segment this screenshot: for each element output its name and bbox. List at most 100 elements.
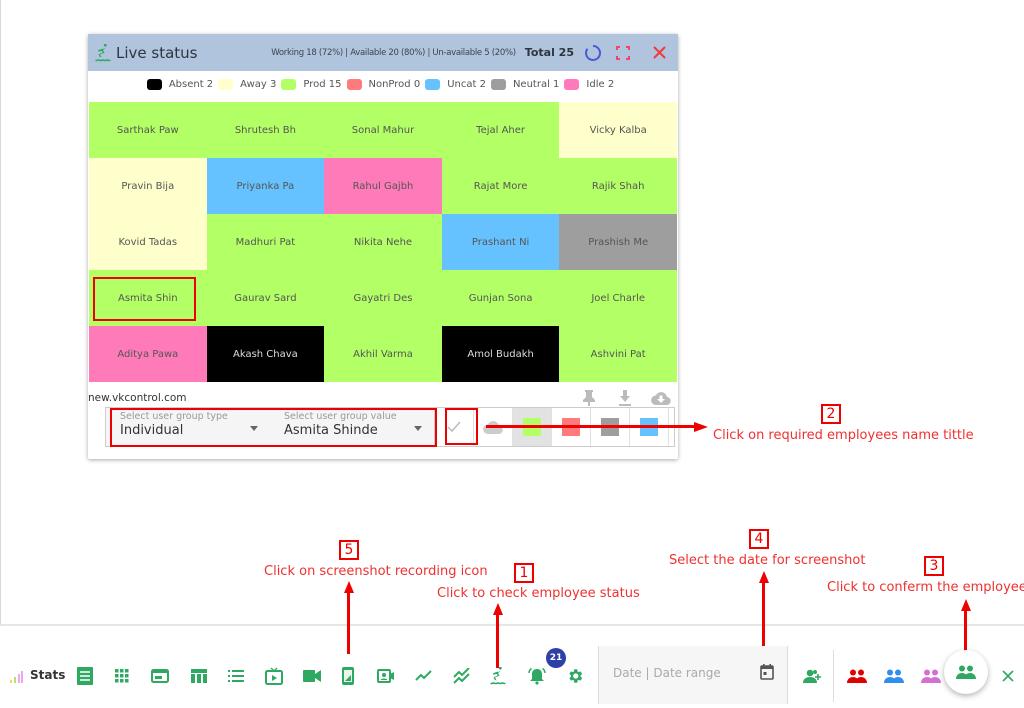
legend-label: Away 3	[240, 78, 277, 90]
header-stats: Working 18 (72%) | Available 20 (80%) | …	[271, 47, 516, 58]
trending-line-icon[interactable]	[412, 664, 436, 688]
fullscreen-icon[interactable]	[612, 42, 634, 64]
employee-grid: Sarthak Paw Shrutesh Bh Sonal Mahur Tejal A…	[89, 102, 677, 382]
group-red-icon[interactable]	[845, 664, 869, 688]
legend-swatch	[564, 78, 580, 90]
live-tv-icon[interactable]	[262, 664, 286, 688]
pin-icon[interactable]	[578, 390, 600, 406]
employee-tile[interactable]: Madhuri Pat	[206, 214, 325, 270]
annotation-text-2: Click on required employees name tittle	[713, 428, 974, 443]
screenshot-recording-icon[interactable]	[336, 664, 360, 688]
employee-tile[interactable]: Gayatri Des	[324, 270, 442, 326]
legend-item: Absent 2	[146, 78, 214, 90]
add-user-icon[interactable]	[801, 664, 825, 688]
calendar-icon[interactable]	[760, 664, 774, 685]
employee-tile[interactable]: Pravin Bija	[89, 158, 207, 214]
annotation-highlight-selects	[110, 408, 437, 447]
date-placeholder: Date | Date range	[613, 666, 721, 680]
legend-label: Neutral 1	[512, 78, 560, 90]
videocam-icon[interactable]	[300, 664, 324, 688]
annotation-arrow-line	[486, 425, 696, 428]
annotation-number-4: 4	[749, 529, 769, 549]
annotation-number-2: 2	[821, 404, 841, 424]
annotation-arrow-line	[347, 592, 350, 654]
employee-tile[interactable]: Rahul Gajbh	[324, 158, 442, 214]
group-blue-icon[interactable]	[882, 664, 906, 688]
date-range-input[interactable]: Date | Date range	[598, 646, 788, 704]
apps-grid-icon[interactable]	[110, 664, 134, 688]
employee-tile[interactable]: Amol Budakh	[441, 326, 560, 382]
video-contact-icon[interactable]	[374, 664, 398, 688]
annotation-text-5: Click on screenshot recording icon	[264, 564, 488, 579]
confirm-employee-button[interactable]	[944, 650, 988, 694]
table-icon[interactable]	[187, 664, 211, 688]
employee-tile[interactable]: Sonal Mahur	[324, 102, 442, 158]
legend-item: Away 3	[218, 78, 277, 90]
footer-icons	[578, 390, 672, 406]
employee-tile[interactable]: Rajat More	[441, 158, 560, 214]
web-window-icon[interactable]	[148, 664, 172, 688]
group-pink-icon[interactable]	[919, 664, 943, 688]
employee-tile[interactable]: Aditya Pawa	[89, 326, 207, 382]
legend-label: NonProd 0	[368, 78, 421, 90]
employee-tile[interactable]: Priyanka Pa	[206, 158, 325, 214]
stats-bars-icon[interactable]	[6, 664, 26, 688]
legend-item: Neutral 1	[490, 78, 560, 90]
annotation-text-3: Click to conferm the employee	[827, 580, 1024, 595]
employee-tile[interactable]: Nikita Nehe	[324, 214, 442, 270]
annotation-text-4: Select the date for screenshot	[669, 553, 866, 568]
employee-tile[interactable]: Vicky Kalba	[559, 102, 677, 158]
panel-title-text: Live status	[116, 43, 198, 62]
employee-tile[interactable]: Kovid Tadas	[89, 214, 207, 270]
annotation-highlight-check	[445, 408, 478, 445]
legend-swatch	[490, 78, 506, 90]
employee-tile[interactable]: Ashvini Pat	[559, 326, 677, 382]
surfing-icon	[95, 43, 111, 61]
stats-label[interactable]: Stats	[30, 668, 65, 682]
employee-tile[interactable]: Gaurav Sard	[206, 270, 325, 326]
legend-item: NonProd 0	[346, 78, 421, 90]
toolbar-separator	[833, 650, 834, 702]
annotation-highlight-employee	[93, 277, 196, 321]
panel-header: Live status Working 18 (72%) | Available…	[88, 34, 678, 71]
employee-tile[interactable]: Akash Chava	[206, 326, 325, 382]
document-icon[interactable]	[73, 664, 97, 688]
status-legend: Absent 2 Away 3 Prod 15 NonProd 0 Uncat 2 Neu…	[88, 71, 678, 97]
close-toolbar-icon[interactable]	[996, 664, 1020, 688]
list-icon[interactable]	[224, 664, 248, 688]
annotation-number-3: 3	[924, 556, 944, 576]
header-total: Total 25	[524, 46, 574, 59]
legend-label: Idle 2	[586, 78, 615, 90]
domain-text: new.vkcontrol.com	[88, 392, 187, 404]
panel-title: Live status	[94, 43, 198, 62]
employee-tile[interactable]: Rajik Shah	[559, 158, 677, 214]
employee-tile[interactable]: Shrutesh Bh	[206, 102, 325, 158]
employee-tile[interactable]: Gunjan Sona	[441, 270, 560, 326]
employee-tile[interactable]: Joel Charle	[559, 270, 677, 326]
legend-label: Uncat 2	[447, 78, 486, 90]
download-icon[interactable]	[614, 390, 636, 406]
legend-swatch	[425, 78, 441, 90]
alarm-bell-icon[interactable]	[525, 664, 549, 688]
bottom-toolbar: Stats 21 Date | Date range	[0, 646, 1024, 708]
employee-tile[interactable]: Sarthak Paw	[89, 102, 207, 158]
legend-swatch	[146, 78, 162, 90]
legend-swatch	[281, 78, 297, 90]
refresh-icon[interactable]	[582, 42, 604, 64]
employee-tile[interactable]: Prashish Me	[559, 214, 677, 270]
live-status-panel: Live status Working 18 (72%) | Available…	[88, 34, 678, 459]
multiline-chart-icon[interactable]	[450, 664, 474, 688]
legend-swatch	[218, 78, 234, 90]
live-status-surfing-icon[interactable]	[486, 664, 510, 688]
legend-item: Prod 15	[281, 78, 342, 90]
employee-tile[interactable]: Prashant Ni	[441, 214, 560, 270]
cloud-download-icon[interactable]	[650, 390, 672, 406]
settings-gear-icon[interactable]	[563, 664, 587, 688]
legend-label: Absent 2	[168, 78, 214, 90]
close-icon[interactable]	[648, 42, 670, 64]
employee-tile[interactable]: Tejal Aher	[441, 102, 560, 158]
annotation-text-1: Click to check employee status	[437, 586, 640, 601]
legend-swatch	[346, 78, 362, 90]
legend-item: Uncat 2	[425, 78, 486, 90]
employee-tile[interactable]: Akhil Varma	[324, 326, 442, 382]
